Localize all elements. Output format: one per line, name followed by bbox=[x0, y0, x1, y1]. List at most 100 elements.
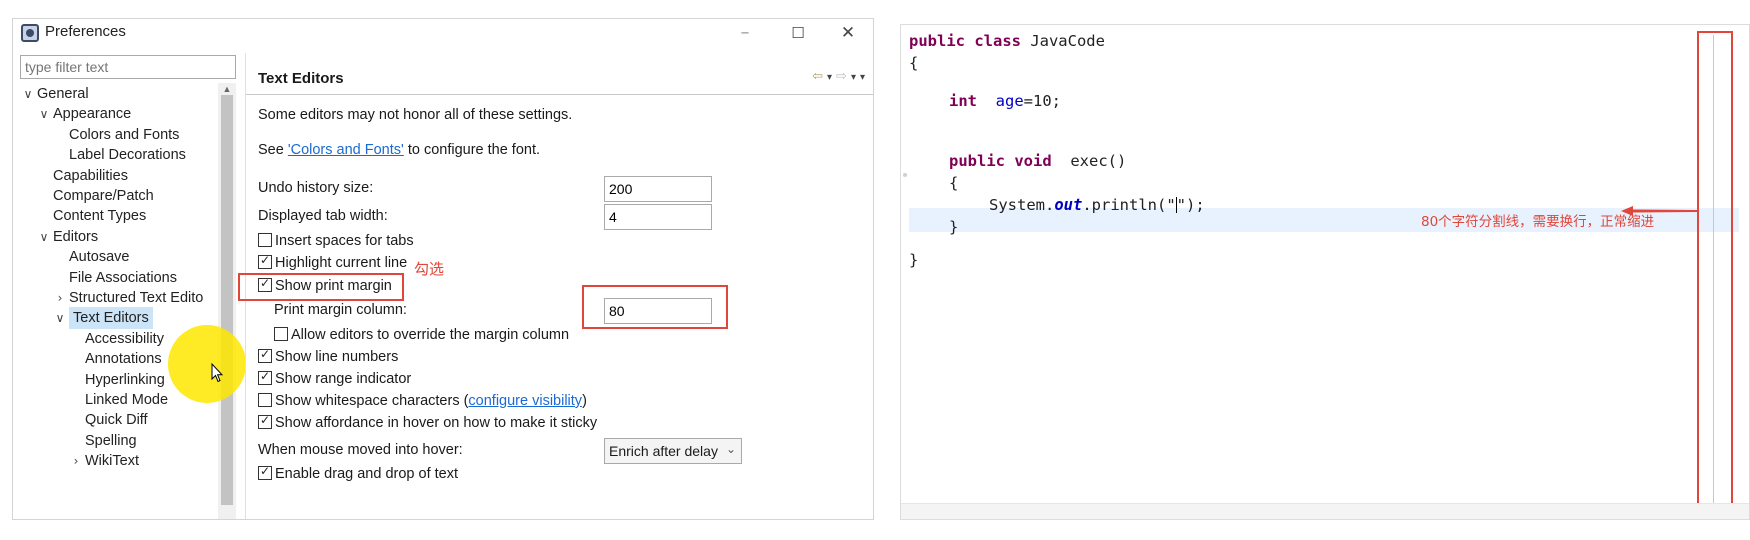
scroll-up-arrow-icon[interactable]: ▲ bbox=[218, 83, 236, 95]
tree-item-label: Capabilities bbox=[53, 167, 128, 184]
hover-label: When mouse moved into hover: bbox=[258, 442, 463, 458]
tree-item-label: Quick Diff bbox=[85, 412, 148, 429]
code-line-2: { bbox=[909, 54, 919, 72]
tree-item-label: Annotations bbox=[85, 351, 162, 368]
show-range-checkbox[interactable] bbox=[258, 369, 272, 385]
preference-tree: ∨ General ∨ Appearance Colors and Fonts Label… bbox=[13, 83, 218, 519]
chevron-right-icon[interactable]: › bbox=[53, 287, 67, 309]
see-colors-text: See 'Colors and Fonts' to configure the … bbox=[258, 142, 540, 158]
show-range-option[interactable]: Show range indicator bbox=[258, 369, 412, 387]
back-arrow-icon[interactable]: ⇦ bbox=[812, 69, 827, 84]
method-keywords: public void bbox=[949, 152, 1052, 170]
tree-item-label: Linked Mode bbox=[85, 392, 169, 408]
annotation-check-note: 勾选 bbox=[414, 260, 445, 278]
show-affordance-checkbox[interactable] bbox=[258, 413, 272, 429]
java-code-editor[interactable]: public class JavaCode { int age=10; publ… bbox=[900, 24, 1750, 520]
show-line-numbers-option[interactable]: Show line numbers bbox=[258, 347, 399, 365]
chevron-right-icon[interactable]: › bbox=[69, 450, 83, 472]
mouse-pointer-icon bbox=[211, 363, 223, 383]
filter-input[interactable] bbox=[20, 55, 236, 79]
tree-item-label: Hyperlinking bbox=[85, 371, 165, 388]
intro-text: Some editors may not honor all of these … bbox=[258, 107, 573, 123]
horizontal-scrollbar[interactable] bbox=[901, 503, 1749, 519]
show-range-label: Show range indicator bbox=[275, 371, 412, 387]
undo-history-input[interactable] bbox=[604, 176, 712, 202]
text-editors-page: Text Editors ⇦▾⇨▾▾ Some editors may not … bbox=[238, 53, 873, 519]
tree-item-label: Spelling bbox=[85, 432, 137, 449]
show-whitespace-suffix: ) bbox=[582, 393, 587, 409]
tree-item-label: File Associations bbox=[69, 269, 177, 286]
tree-item-label: Structured Text Edito bbox=[69, 290, 204, 306]
allow-override-label: Allow editors to override the margin col… bbox=[291, 327, 570, 343]
show-line-numbers-label: Show line numbers bbox=[275, 349, 399, 365]
show-whitespace-checkbox[interactable] bbox=[258, 393, 272, 407]
back-menu-icon[interactable]: ▾ bbox=[827, 72, 836, 83]
chevron-down-icon[interactable]: ∨ bbox=[37, 103, 51, 125]
allow-override-checkbox[interactable] bbox=[274, 327, 288, 341]
system-class: System. bbox=[989, 196, 1055, 214]
cursor-highlight bbox=[168, 325, 246, 403]
age-field: age bbox=[995, 92, 1024, 110]
show-whitespace-option[interactable]: Show whitespace characters (configure vi… bbox=[258, 393, 587, 409]
minimize-button[interactable]: – bbox=[725, 19, 765, 47]
tree-item-label: Text Editors bbox=[69, 307, 153, 330]
tree-scrollbar[interactable]: ▲ bbox=[218, 83, 236, 519]
window-title: Preferences bbox=[45, 23, 126, 40]
scroll-thumb[interactable] bbox=[221, 95, 233, 505]
tab-width-input[interactable] bbox=[604, 204, 712, 230]
chevron-down-icon: ⌄ bbox=[725, 442, 736, 456]
insert-spaces-option[interactable]: Insert spaces for tabs bbox=[258, 233, 414, 249]
maximize-button[interactable]: ☐ bbox=[778, 19, 818, 47]
print-margin-label: Print margin column: bbox=[274, 302, 407, 318]
page-title: Text Editors bbox=[258, 70, 344, 87]
forward-arrow-icon[interactable]: ⇨ bbox=[836, 69, 851, 84]
preferences-navigation: ∨General∨AppearanceColors and FontsLabel… bbox=[13, 53, 236, 519]
colors-and-fonts-link[interactable]: 'Colors and Fonts' bbox=[288, 142, 404, 158]
configure-visibility-link[interactable]: configure visibility bbox=[468, 393, 582, 409]
show-whitespace-label: Show whitespace characters ( bbox=[275, 393, 469, 409]
drag-drop-option[interactable]: Enable drag and drop of text bbox=[258, 464, 458, 482]
code-line-8: } bbox=[909, 251, 919, 269]
drag-drop-checkbox[interactable] bbox=[258, 464, 272, 480]
tree-item-label: WikiText bbox=[85, 453, 139, 470]
tree-item-label: General bbox=[37, 86, 89, 102]
highlight-line-option[interactable]: Highlight current line bbox=[258, 253, 408, 271]
tree-item-label: Label Decorations bbox=[69, 147, 186, 164]
class-name: JavaCode bbox=[1020, 32, 1105, 50]
chevron-down-icon[interactable]: ∨ bbox=[37, 226, 51, 248]
title-bar: Preferences – ☐ ✕ bbox=[13, 19, 873, 47]
annotation-margin-note: 80个字符分割线，需要换行，正常缩进 bbox=[1421, 214, 1655, 230]
allow-override-option[interactable]: Allow editors to override the margin col… bbox=[274, 327, 569, 343]
close-button[interactable]: ✕ bbox=[828, 19, 868, 47]
show-affordance-option[interactable]: Show affordance in hover on how to make … bbox=[258, 413, 598, 431]
forward-menu-icon[interactable]: ▾ bbox=[851, 72, 860, 83]
show-line-numbers-checkbox[interactable] bbox=[258, 347, 272, 363]
undo-history-label: Undo history size: bbox=[258, 180, 374, 196]
tree-item-label: Compare/Patch bbox=[53, 188, 154, 204]
tree-item-label: Editors bbox=[53, 228, 99, 245]
highlight-line-label: Highlight current line bbox=[275, 255, 408, 271]
tab-width-label: Displayed tab width: bbox=[258, 208, 388, 224]
code-line-7: } bbox=[949, 218, 959, 236]
annotation-box-print-margin bbox=[238, 273, 404, 301]
tree-item-label: Autosave bbox=[69, 249, 130, 266]
println-call-open: .println(" bbox=[1082, 196, 1176, 214]
tree-item-label: Appearance bbox=[53, 106, 132, 123]
hover-mode-dropdown[interactable]: Enrich after delay ⌄ bbox=[604, 438, 742, 464]
chevron-down-icon[interactable]: ∨ bbox=[53, 307, 67, 329]
code-line-6: System.out.println(""); bbox=[989, 196, 1205, 214]
hover-mode-value: Enrich after delay bbox=[609, 443, 718, 459]
fold-marker[interactable] bbox=[903, 173, 907, 177]
chevron-down-icon[interactable]: ∨ bbox=[21, 83, 35, 105]
page-header: Text Editors ⇦▾⇨▾▾ bbox=[246, 63, 873, 95]
history-nav: ⇦▾⇨▾▾ bbox=[812, 69, 869, 84]
class-keyword: public class bbox=[909, 32, 1021, 50]
code-line-5: { bbox=[949, 174, 959, 192]
age-initializer: =10; bbox=[1023, 92, 1061, 110]
code-line-4: public void exec() bbox=[949, 152, 1126, 170]
view-menu-icon[interactable]: ▾ bbox=[860, 72, 869, 83]
highlight-line-checkbox[interactable] bbox=[258, 253, 272, 269]
show-affordance-label: Show affordance in hover on how to make … bbox=[275, 415, 598, 431]
insert-spaces-checkbox[interactable] bbox=[258, 233, 272, 247]
annotation-box-margin-column bbox=[582, 285, 728, 329]
